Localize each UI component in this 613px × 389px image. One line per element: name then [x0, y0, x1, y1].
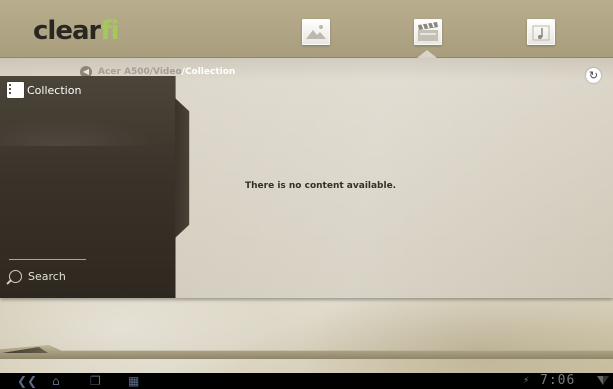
- image-icon: [306, 25, 326, 39]
- home-nav-icon[interactable]: ⌂: [52, 375, 60, 387]
- collection-icon: [7, 82, 24, 98]
- refresh-icon[interactable]: ↻: [586, 68, 601, 83]
- menu-grid-icon[interactable]: ▦: [128, 375, 139, 387]
- top-bar: clearfi: [0, 0, 613, 58]
- search-label: Search: [28, 270, 66, 283]
- search-button[interactable]: Search: [9, 270, 66, 283]
- system-bar: ❮❮ ⌂ ❐ ▦ ⚡ 7:06: [0, 373, 613, 389]
- clearfi-logo: clearfi: [33, 16, 120, 46]
- sidebar-edge: [175, 98, 190, 238]
- back-nav-icon[interactable]: ❮❮: [17, 375, 37, 387]
- sidebar: Collection Search: [0, 76, 175, 298]
- tab-videos[interactable]: [414, 19, 442, 45]
- selected-tab-indicator: [417, 50, 437, 58]
- tab-photos[interactable]: [302, 19, 330, 45]
- screen: clearfi ◀ Acer A500/Video/Collection ↻ C…: [0, 0, 613, 389]
- content-panel: ◀ Acer A500/Video/Collection ↻ Collectio…: [0, 58, 613, 298]
- sidebar-item-label: Collection: [27, 83, 82, 97]
- clapperboard-icon: [418, 21, 438, 41]
- clock: 7:06: [540, 373, 576, 388]
- usb-icon: ⚡: [523, 376, 530, 386]
- tab-music[interactable]: [527, 19, 555, 45]
- recent-apps-icon[interactable]: ❐: [90, 375, 101, 387]
- music-icon: [532, 25, 550, 41]
- sidebar-divider: [9, 259, 86, 260]
- wifi-icon: [597, 376, 609, 385]
- lower-band: [0, 298, 613, 350]
- search-icon: [9, 270, 22, 283]
- empty-content-message: There is no content available.: [245, 181, 397, 191]
- sidebar-item-collection[interactable]: Collection: [7, 80, 81, 100]
